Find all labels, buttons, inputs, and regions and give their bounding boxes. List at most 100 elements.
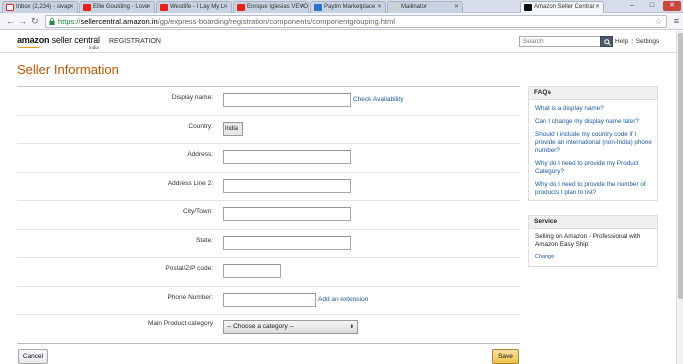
faq-link[interactable]: What is a display name? bbox=[529, 103, 657, 116]
close-tab-icon[interactable]: ✕ bbox=[223, 2, 228, 13]
service-heading: Service bbox=[529, 216, 657, 229]
logo-sub: seller central bbox=[51, 35, 100, 45]
form-row-state: State: bbox=[17, 230, 520, 258]
close-tab-icon[interactable]: ✕ bbox=[595, 2, 600, 13]
tab-title: Mailinator bbox=[401, 4, 428, 10]
page-title: Seller Information bbox=[17, 62, 119, 77]
faq-link[interactable]: Why do I need to provide the number of p… bbox=[529, 179, 657, 200]
form-row-display-name: Display name: Check Availability bbox=[17, 87, 520, 116]
window-controls: – □ ✕ bbox=[623, 1, 681, 11]
page-icon bbox=[391, 4, 399, 11]
tab-title: Amazon Seller Central bbox=[534, 4, 595, 10]
amazon-seller-central-logo[interactable]: amazon seller central bbox=[17, 35, 100, 45]
form-row-category: Main Product category -- Choose a catego… bbox=[17, 315, 520, 344]
address-bar[interactable]: https://sellercentral.amazon.in/gp/expre… bbox=[45, 15, 667, 28]
youtube-icon bbox=[83, 4, 91, 11]
close-tab-icon[interactable]: ✕ bbox=[146, 2, 151, 13]
display-name-input[interactable] bbox=[223, 93, 351, 107]
tab-title: Ellie Goulding - Love bbox=[93, 4, 149, 10]
back-icon[interactable]: ← bbox=[6, 16, 15, 26]
close-tab-icon[interactable]: ✕ bbox=[300, 2, 305, 13]
state-label: State: bbox=[196, 236, 213, 244]
forward-icon[interactable]: → bbox=[18, 16, 27, 26]
paytm-icon bbox=[314, 4, 322, 11]
main-product-category-select[interactable]: -- Choose a category -- ⬍ bbox=[223, 320, 358, 334]
postal-code-label: Postal/ZIP code: bbox=[165, 265, 213, 272]
tab-title: Enrique Iglesias VEVO bbox=[247, 4, 309, 10]
browser-tab-mailinator[interactable]: Mailinator ✕ bbox=[387, 1, 463, 13]
youtube-icon bbox=[160, 4, 168, 11]
header-links: Help | Settings bbox=[615, 38, 659, 45]
browser-tab-gmail[interactable]: Inbox (2,234) - sivap ✕ bbox=[2, 1, 78, 13]
search-placeholder: Search bbox=[523, 38, 544, 45]
browser-toolbar: ← → ↻ https://sellercentral.amazon.in/gp… bbox=[0, 13, 683, 30]
address-input[interactable] bbox=[223, 150, 351, 164]
logo-main: amazon bbox=[17, 35, 50, 45]
postal-code-input[interactable] bbox=[223, 264, 281, 278]
select-arrows-icon: ⬍ bbox=[349, 324, 354, 330]
gmail-icon bbox=[6, 4, 14, 11]
close-tab-icon[interactable]: ✕ bbox=[454, 2, 459, 13]
lock-icon bbox=[49, 18, 55, 25]
search-icon bbox=[604, 39, 611, 46]
search-input[interactable]: Search bbox=[519, 36, 613, 47]
address-line-2-input[interactable] bbox=[223, 178, 351, 193]
form-row-address: Address: bbox=[17, 144, 520, 173]
address-label: Address: bbox=[187, 151, 213, 158]
phone-number-label: Phone Number: bbox=[167, 293, 213, 301]
form-row-postal-code: Postal/ZIP code: bbox=[17, 258, 520, 287]
country-label: Country: bbox=[188, 122, 213, 130]
scrollbar-thumb[interactable] bbox=[678, 33, 683, 299]
close-tab-icon[interactable]: ✕ bbox=[69, 2, 74, 13]
browser-tab-seller-central[interactable]: Amazon Seller Central ✕ bbox=[520, 1, 604, 13]
form-row-country: Country: India bbox=[17, 116, 520, 144]
country-select[interactable]: India bbox=[223, 121, 243, 136]
browser-tab-youtube-1[interactable]: Ellie Goulding - Love ✕ bbox=[79, 1, 155, 13]
logo-region: India bbox=[89, 45, 99, 50]
settings-link[interactable]: Settings bbox=[636, 38, 660, 45]
browser-tab-youtube-3[interactable]: Enrique Iglesias VEVO ✕ bbox=[233, 1, 309, 13]
faqs-panel: FAQs What is a display name? Can I chang… bbox=[528, 86, 658, 201]
seller-central-header: amazon seller central India REGISTRATION… bbox=[0, 31, 676, 53]
minimize-icon[interactable]: – bbox=[623, 1, 641, 11]
tab-title: Paytm Marketplace bbox=[324, 4, 376, 10]
url-scheme: https:// bbox=[58, 17, 81, 26]
help-link[interactable]: Help bbox=[615, 38, 628, 45]
phone-number-input[interactable] bbox=[223, 292, 316, 307]
close-window-icon[interactable]: ✕ bbox=[663, 1, 681, 11]
state-input[interactable] bbox=[223, 235, 351, 250]
category-value: -- Choose a category -- bbox=[227, 323, 294, 330]
faq-link[interactable]: Why do I need to provide my Product Cate… bbox=[529, 158, 657, 179]
section-label: REGISTRATION bbox=[109, 38, 161, 45]
address-line-2-label: Address Line 2: bbox=[167, 179, 213, 187]
seller-information-form: Display name: Check Availability Country… bbox=[17, 86, 520, 344]
check-availability-link[interactable]: Check Availability bbox=[353, 96, 403, 103]
form-row-city: City/Town: bbox=[17, 201, 520, 230]
tab-title: Westlife - I Lay My L bbox=[170, 4, 225, 10]
close-tab-icon[interactable]: ✕ bbox=[377, 2, 382, 13]
browser-tab-youtube-2[interactable]: Westlife - I Lay My L ✕ bbox=[156, 1, 232, 13]
search-button[interactable] bbox=[600, 36, 613, 47]
browser-menu-icon[interactable]: ≡ bbox=[674, 17, 679, 26]
amazon-icon bbox=[524, 4, 532, 11]
faq-link[interactable]: Should I include my country code if I pr… bbox=[529, 129, 657, 158]
amazon-smile-icon bbox=[17, 45, 41, 48]
faq-link[interactable]: Can I change my display name later? bbox=[529, 116, 657, 129]
city-label: City/Town: bbox=[183, 208, 213, 215]
add-extension-link[interactable]: Add an extension bbox=[318, 296, 368, 303]
city-input[interactable] bbox=[223, 207, 351, 221]
youtube-icon bbox=[237, 4, 245, 11]
main-product-category-label: Main Product category bbox=[147, 320, 213, 327]
change-service-link[interactable]: Change bbox=[529, 249, 657, 266]
browser-tab-paytm[interactable]: Paytm Marketplace ✕ bbox=[310, 1, 386, 13]
maximize-icon[interactable]: □ bbox=[643, 1, 661, 11]
service-description: Selling on Amazon - Professional with Am… bbox=[535, 233, 641, 248]
cancel-button[interactable]: Cancel bbox=[18, 349, 48, 364]
reload-icon[interactable]: ↻ bbox=[31, 16, 39, 26]
browser-tab-strip: Inbox (2,234) - sivap ✕ Ellie Goulding -… bbox=[0, 0, 683, 13]
form-row-phone: Phone Number: Add an extension bbox=[17, 287, 520, 315]
url-host: sellercentral.amazon.in bbox=[80, 17, 158, 26]
page-scrollbar[interactable] bbox=[676, 31, 683, 364]
bookmark-star-icon[interactable]: ☆ bbox=[655, 16, 662, 27]
save-button[interactable]: Save bbox=[492, 349, 519, 364]
